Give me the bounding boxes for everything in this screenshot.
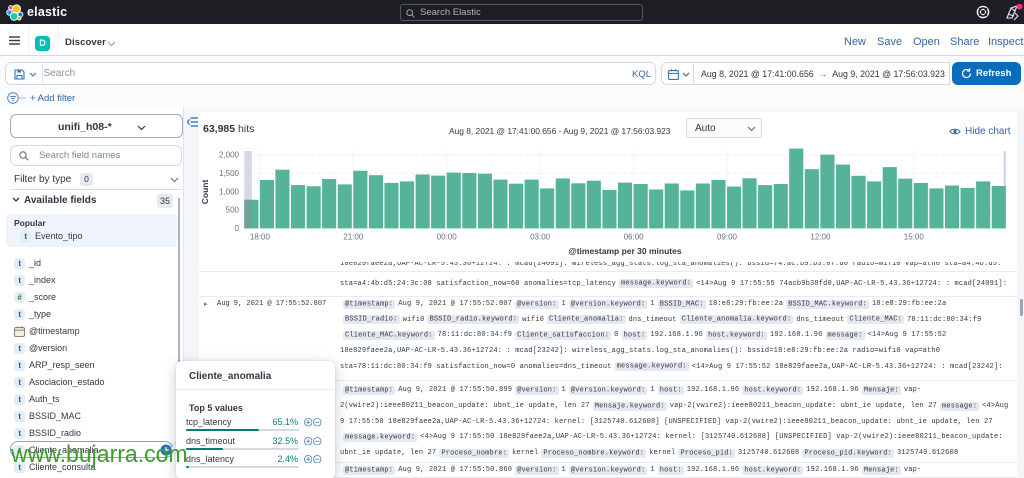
svg-text:18:00: 18:00 xyxy=(250,232,271,241)
svg-text:00:00: 00:00 xyxy=(437,232,458,241)
svg-text:06:00: 06:00 xyxy=(624,232,645,241)
svg-text:15:00: 15:00 xyxy=(904,232,925,241)
svg-text:21:00: 21:00 xyxy=(343,232,364,241)
svg-text:500: 500 xyxy=(226,206,240,215)
svg-text:03:00: 03:00 xyxy=(530,232,551,241)
svg-text:2,000: 2,000 xyxy=(219,151,240,160)
svg-text:Count: Count xyxy=(200,180,210,205)
svg-text:12:00: 12:00 xyxy=(810,232,831,241)
svg-text:1,500: 1,500 xyxy=(219,169,240,178)
svg-text:@timestamp per 30 minutes: @timestamp per 30 minutes xyxy=(568,246,681,256)
svg-text:0: 0 xyxy=(235,224,240,233)
svg-text:09:00: 09:00 xyxy=(717,232,738,241)
svg-text:1,000: 1,000 xyxy=(219,187,240,196)
